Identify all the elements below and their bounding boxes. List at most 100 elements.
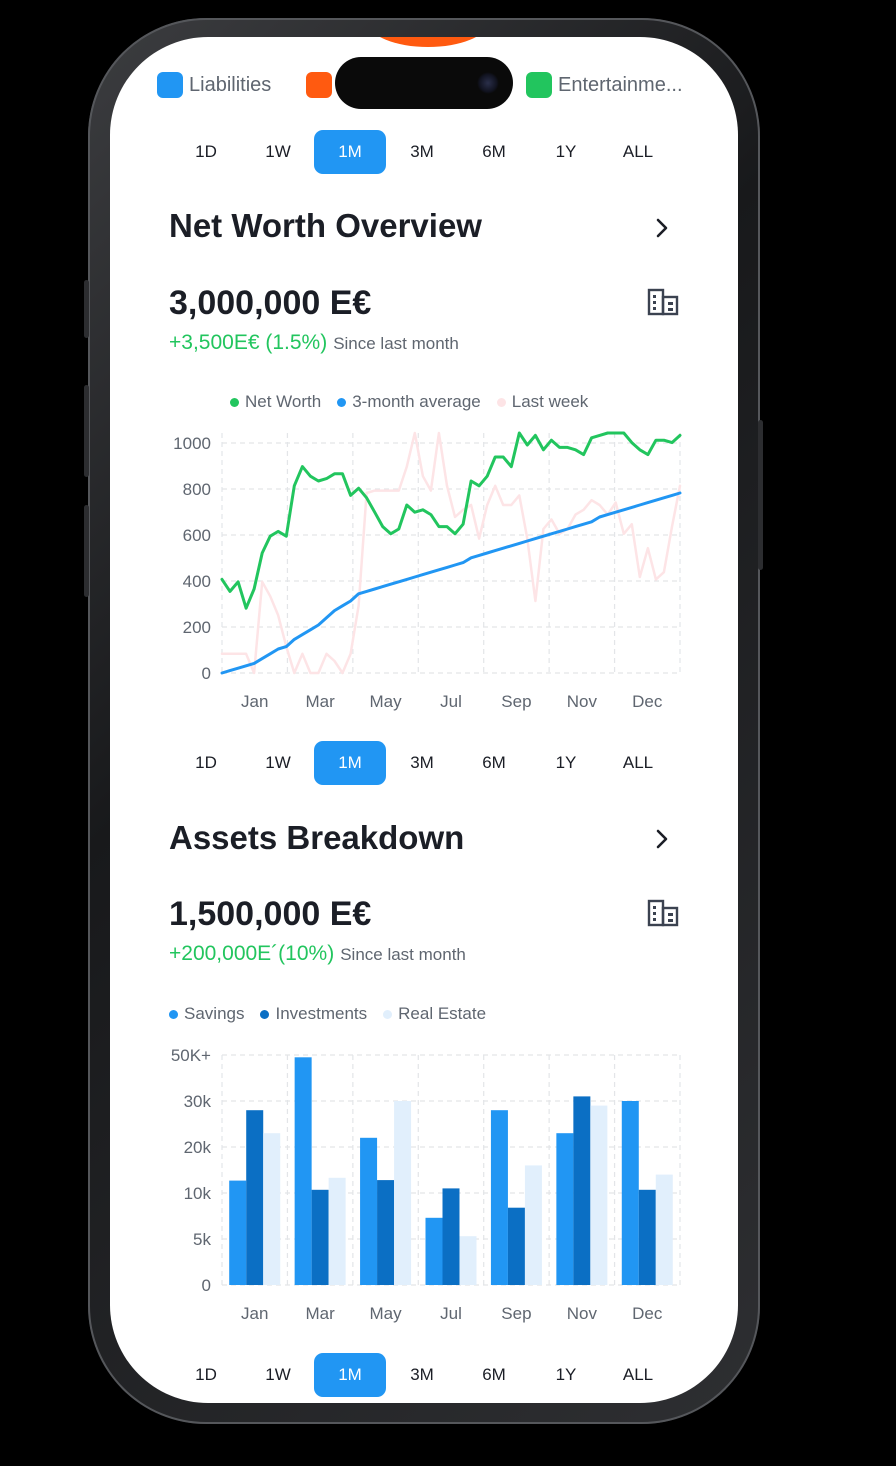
bar-savings-may — [360, 1137, 378, 1285]
x-tick-label: Dec — [632, 1304, 663, 1323]
y-tick-label: 0 — [202, 1276, 211, 1295]
x-tick-label: Mar — [306, 692, 336, 711]
legend-net-worth[interactable]: Net Worth — [230, 392, 321, 412]
legend-dot — [169, 1009, 178, 1019]
legend-savings[interactable]: Savings — [169, 1004, 244, 1024]
color-swatch — [526, 72, 552, 98]
y-tick-label: 20k — [184, 1138, 212, 1157]
y-tick-label: 1000 — [173, 434, 211, 453]
net-worth-line-chart[interactable]: 0 200 400 600 800 1000 Jan Mar May Jul Sep Nov Dec — [110, 417, 738, 717]
tab-3m[interactable]: 3M — [386, 130, 458, 174]
tab-1w[interactable]: 1W — [242, 130, 314, 174]
net-worth-change: +3,500E€ (1.5%) Since last month — [169, 331, 459, 355]
x-tick-label: Sep — [501, 1304, 531, 1323]
assets-bar-chart[interactable]: 0 5k 10k 20k 30k 50K+ Jan Mar May Jul Sep Nov Dec — [110, 1029, 738, 1329]
tab-6m[interactable]: 6M — [458, 741, 530, 785]
x-tick-label: May — [370, 692, 403, 711]
net-worth-legend: Net Worth 3-month average Last week — [230, 391, 604, 413]
color-swatch — [157, 72, 183, 98]
net-worth-amount: 3,000,000 E€ — [169, 284, 372, 322]
tab-3m[interactable]: 3M — [386, 741, 458, 785]
y-tick-label: 800 — [183, 480, 211, 499]
legend-category-orange[interactable] — [306, 72, 332, 98]
legend-dot — [383, 1009, 393, 1019]
volume-up-button — [84, 385, 89, 477]
color-swatch — [306, 72, 332, 98]
timeframe-tabs-2: 1D 1W 1M 3M 6M 1Y ALL — [170, 741, 674, 785]
timeframe-tabs-1: 1D 1W 1M 3M 6M 1Y ALL — [170, 130, 674, 174]
legend-dot — [230, 397, 239, 407]
series-line-last-week — [220, 431, 682, 675]
x-tick-label: Jan — [241, 1304, 268, 1323]
legend-label: Liabilities — [189, 73, 272, 96]
x-tick-label: May — [370, 1304, 403, 1323]
legend-entertainment[interactable]: Entertainme... — [526, 72, 683, 98]
since-label: Since last month — [340, 945, 466, 964]
tab-1d[interactable]: 1D — [170, 741, 242, 785]
legend-label: 3-month average — [352, 392, 481, 411]
x-tick-label: Nov — [567, 692, 598, 711]
assets-change: +200,000E´(10%) Since last month — [169, 942, 466, 966]
tab-1d[interactable]: 1D — [170, 1353, 242, 1397]
timeframe-tabs-3: 1D 1W 1M 3M 6M 1Y ALL — [170, 1353, 674, 1397]
y-tick-label: 200 — [183, 618, 211, 637]
bar-savings-mar — [294, 1057, 312, 1285]
bar-investments-jan — [246, 1110, 264, 1285]
bar-investments-may — [377, 1180, 395, 1285]
legend-label: Entertainme... — [558, 73, 683, 96]
bar-savings-dec — [621, 1101, 639, 1285]
x-tick-label: Jan — [241, 692, 268, 711]
tab-1m[interactable]: 1M — [314, 741, 386, 785]
building-icon[interactable] — [647, 288, 679, 316]
tab-1m[interactable]: 1M — [314, 1353, 386, 1397]
power-button — [758, 420, 763, 570]
bar-real-estate-sep — [524, 1165, 542, 1285]
dynamic-island — [335, 57, 513, 109]
x-tick-label: Jul — [440, 692, 462, 711]
bar-investments-jul — [442, 1188, 460, 1285]
legend-last-week[interactable]: Last week — [496, 392, 588, 412]
series-line-net-worth — [220, 431, 682, 610]
bar-savings-sep — [490, 1110, 508, 1285]
legend-liabilities[interactable]: Liabilities — [157, 72, 271, 98]
y-tick-label: 400 — [183, 572, 211, 591]
legend-dot — [496, 397, 506, 407]
y-tick-label: 10k — [184, 1184, 212, 1203]
legend-investments[interactable]: Investments — [260, 1004, 367, 1024]
tab-all[interactable]: ALL — [602, 1353, 674, 1397]
bar-real-estate-may — [394, 1101, 412, 1285]
tab-1d[interactable]: 1D — [170, 130, 242, 174]
bar-investments-mar — [311, 1189, 329, 1285]
tab-1w[interactable]: 1W — [242, 741, 314, 785]
bar-savings-nov — [556, 1133, 574, 1285]
tab-1y[interactable]: 1Y — [530, 1353, 602, 1397]
app-screen: Liabilities Entertainme... 1D 1W 1M 3M 6… — [110, 37, 738, 1403]
tab-6m[interactable]: 6M — [458, 1353, 530, 1397]
legend-real-estate[interactable]: Real Estate — [383, 1004, 486, 1024]
assets-amount: 1,500,000 E€ — [169, 895, 372, 933]
legend-label: Savings — [184, 1004, 245, 1023]
building-icon[interactable] — [647, 899, 679, 927]
tab-1y[interactable]: 1Y — [530, 130, 602, 174]
tab-all[interactable]: ALL — [602, 130, 674, 174]
y-tick-label: 50K+ — [171, 1046, 211, 1065]
legend-label: Investments — [275, 1004, 368, 1023]
tab-1m[interactable]: 1M — [314, 130, 386, 174]
camera-icon — [477, 72, 499, 94]
orange-decoration — [368, 37, 488, 47]
y-tick-label: 5k — [193, 1230, 211, 1249]
legend-3-month-average[interactable]: 3-month average — [337, 392, 481, 412]
chevron-right-icon[interactable] — [651, 828, 673, 850]
x-tick-label: Nov — [567, 1304, 598, 1323]
tab-6m[interactable]: 6M — [458, 130, 530, 174]
tab-1y[interactable]: 1Y — [530, 741, 602, 785]
bar-real-estate-nov — [590, 1105, 608, 1285]
tab-3m[interactable]: 3M — [386, 1353, 458, 1397]
chevron-right-icon[interactable] — [651, 217, 673, 239]
x-tick-label: Mar — [306, 1304, 336, 1323]
tab-1w[interactable]: 1W — [242, 1353, 314, 1397]
y-tick-label: 0 — [202, 664, 211, 683]
bar-investments-nov — [573, 1096, 591, 1285]
tab-all[interactable]: ALL — [602, 741, 674, 785]
legend-dot — [337, 397, 347, 407]
